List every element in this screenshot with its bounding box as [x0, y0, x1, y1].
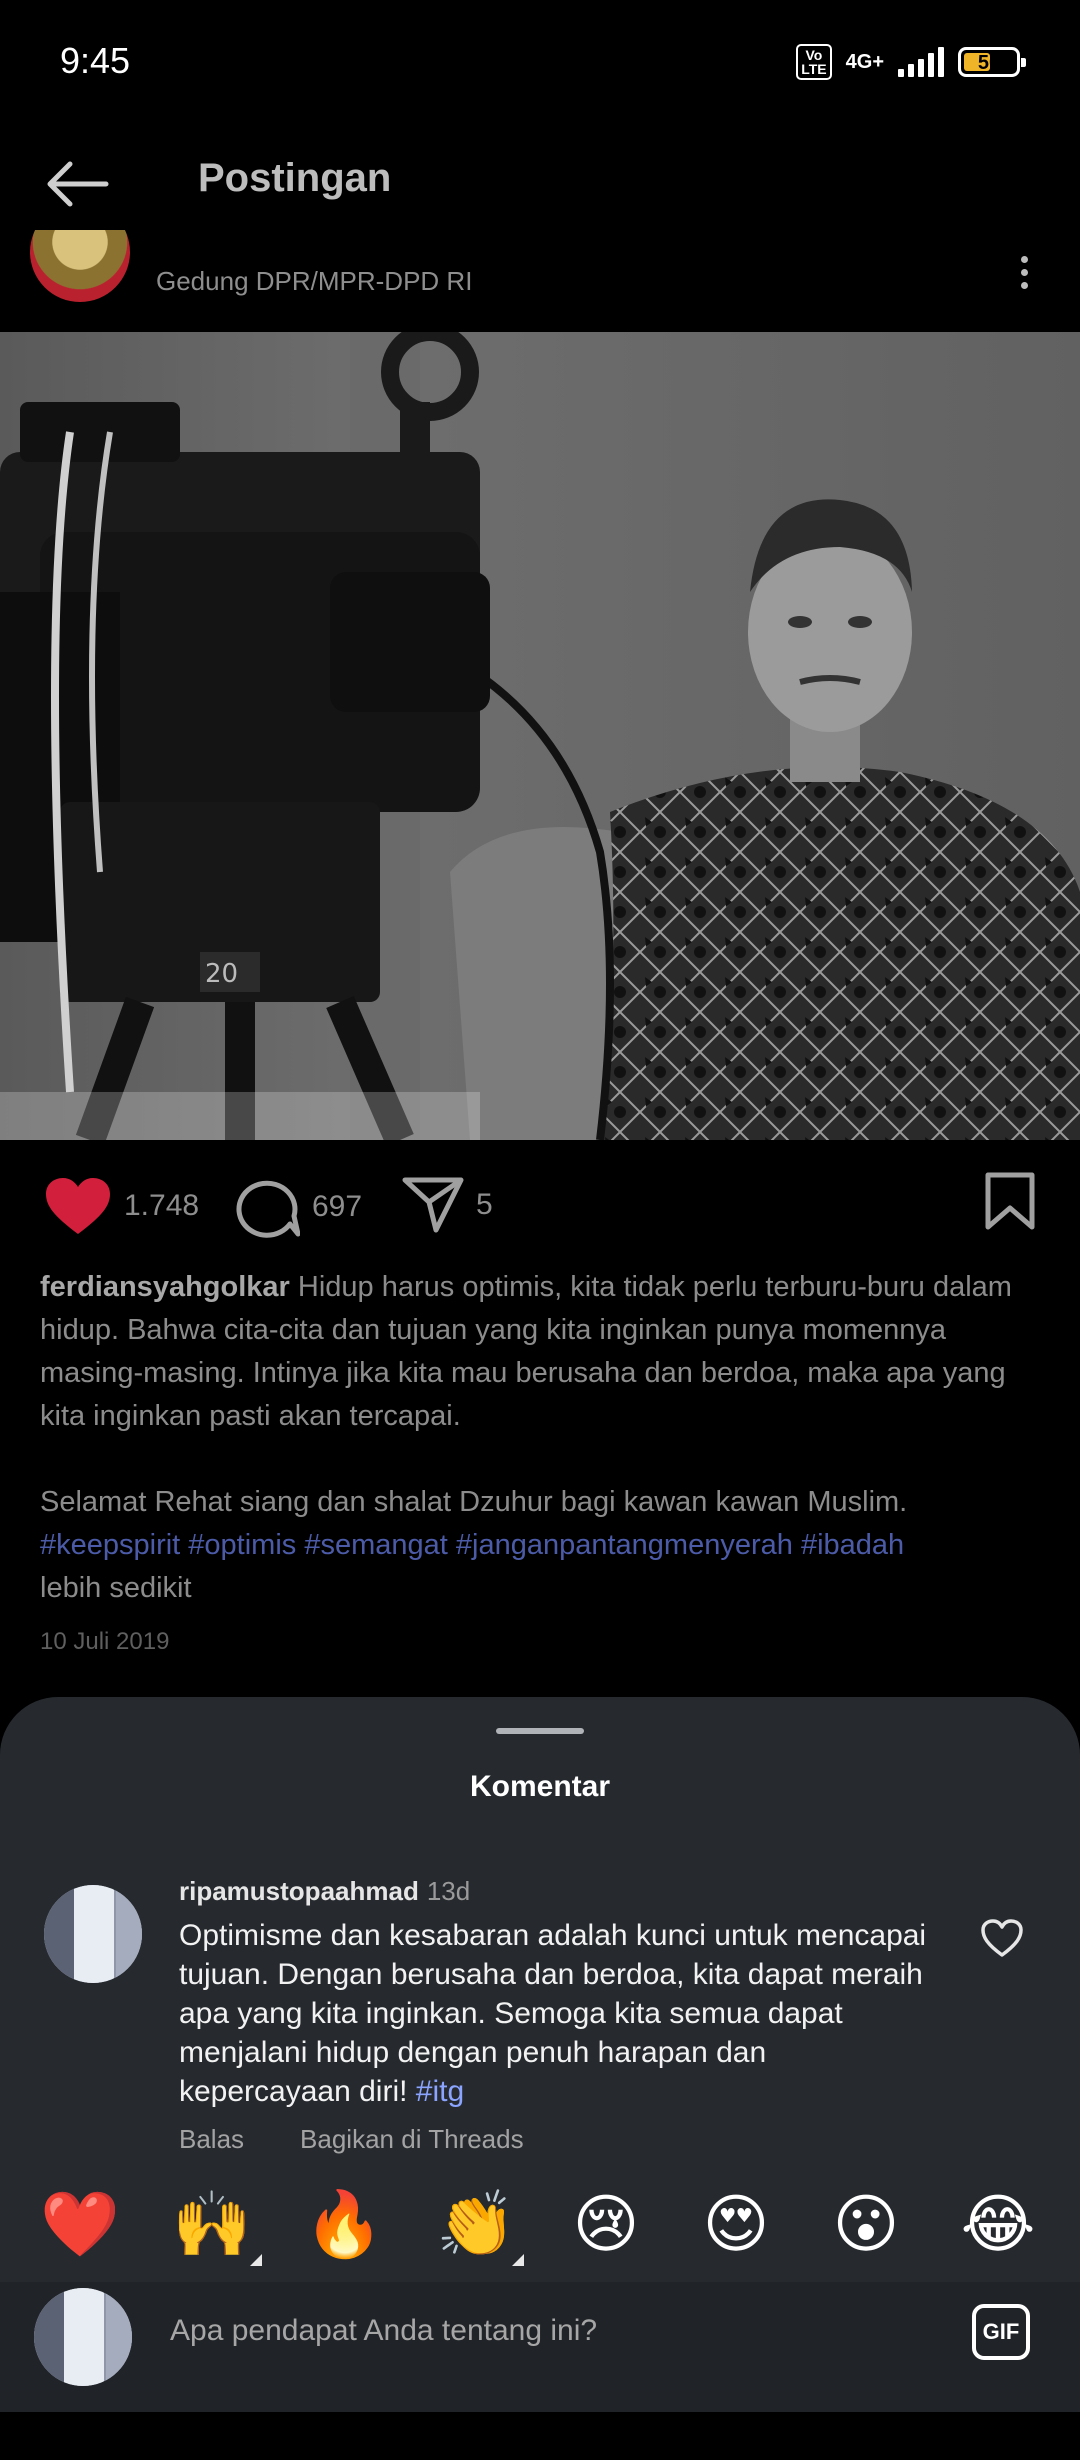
network-type: 4G+: [845, 51, 884, 73]
comment-text: Optimisme dan kesabaran adalah kunci unt…: [179, 1916, 939, 2111]
comment-username[interactable]: ripamustopaahmad: [179, 1876, 419, 1906]
signal-icon: [898, 47, 944, 77]
comment-author[interactable]: ripamustopaahmad 13d: [179, 1876, 470, 1907]
like-count: 1.748: [124, 1189, 200, 1222]
gif-button[interactable]: GIF: [972, 2304, 1030, 2360]
reaction-heart-eyes[interactable]: 😍: [696, 2188, 776, 2260]
skin-tone-indicator-icon: [512, 2254, 524, 2266]
volte-icon: Vo LTE: [796, 44, 832, 80]
heart-outline-icon: [981, 1919, 1023, 1957]
reaction-clap[interactable]: 👏: [436, 2188, 516, 2260]
status-icons: Vo LTE 4G+ 50: [796, 44, 1026, 80]
avatar-photo: [34, 2288, 132, 2386]
comment-icon: [236, 1180, 300, 1238]
share-threads-button[interactable]: Bagikan di Threads: [300, 2124, 524, 2155]
bookmark-icon: [985, 1172, 1035, 1230]
svg-text:20: 20: [205, 959, 238, 989]
more-options-icon[interactable]: [1021, 256, 1028, 289]
commenter-avatar[interactable]: [44, 1885, 142, 1983]
page-title: Postingan: [198, 156, 392, 200]
reaction-raised-hands[interactable]: 🙌: [172, 2188, 252, 2260]
quick-reactions: ❤️ 🙌 🔥 👏 😢 😍 😮 😂: [0, 2188, 1080, 2268]
comment-hashtag[interactable]: #itg: [416, 2075, 464, 2108]
battery-icon: 50: [958, 47, 1026, 77]
caption-hashtags[interactable]: #keepspirit #optimis #semangat #janganpa…: [40, 1524, 1050, 1567]
send-icon: [402, 1177, 464, 1233]
caption-username[interactable]: ferdiansyahgolkar: [40, 1271, 290, 1303]
post-photo-illustration: 20: [0, 332, 1080, 1140]
battery-level: 50: [977, 52, 1001, 74]
sheet-drag-handle[interactable]: [496, 1728, 584, 1734]
status-time: 9:45: [60, 40, 131, 81]
back-button[interactable]: [44, 160, 110, 208]
my-avatar: [34, 2288, 132, 2386]
post-date: 10 Juli 2019: [40, 1628, 170, 1655]
poster-avatar[interactable]: [30, 230, 134, 310]
comment-time: 13d: [426, 1876, 471, 1906]
share-count: 5: [476, 1188, 493, 1221]
caption-text-2: Selamat Rehat siang dan shalat Dzuhur ba…: [40, 1486, 908, 1518]
comment-actions: Balas Bagikan di Threads: [179, 2124, 524, 2155]
reply-button[interactable]: Balas: [179, 2124, 244, 2155]
comment-count: 697: [312, 1190, 363, 1223]
reaction-laugh[interactable]: 😂: [958, 2188, 1038, 2260]
post-location[interactable]: Gedung DPR/MPR-DPD RI: [156, 266, 472, 297]
reaction-heart[interactable]: ❤️: [40, 2188, 120, 2260]
comment-like-button[interactable]: [980, 1918, 1024, 1958]
comment-input[interactable]: Apa pendapat Anda tentang ini?: [170, 2314, 597, 2348]
avatar-photo: [44, 1885, 142, 1983]
less-link[interactable]: lebih sedikit: [40, 1567, 1050, 1610]
post-actions: 1.748 697 5: [44, 1172, 1036, 1242]
post-caption: ferdiansyahgolkar Hidup harus optimis, k…: [40, 1266, 1050, 1610]
post-photo[interactable]: 20: [0, 332, 1080, 1140]
arrow-left-icon: [47, 161, 109, 207]
skin-tone-indicator-icon: [250, 2254, 262, 2266]
like-action[interactable]: 1.748: [44, 1176, 199, 1236]
share-action[interactable]: 5: [402, 1176, 493, 1234]
save-button[interactable]: [984, 1172, 1036, 1235]
reaction-surprised[interactable]: 😮: [826, 2188, 906, 2260]
comment-action[interactable]: 697: [236, 1176, 362, 1238]
sheet-title: Komentar: [469, 1770, 611, 1803]
heart-filled-icon: [46, 1178, 110, 1234]
reaction-sad[interactable]: 😢: [566, 2188, 646, 2260]
system-nav-bar: [0, 2412, 1080, 2460]
comment-body: Optimisme dan kesabaran adalah kunci unt…: [179, 1919, 927, 2108]
reaction-fire[interactable]: 🔥: [304, 2188, 384, 2260]
